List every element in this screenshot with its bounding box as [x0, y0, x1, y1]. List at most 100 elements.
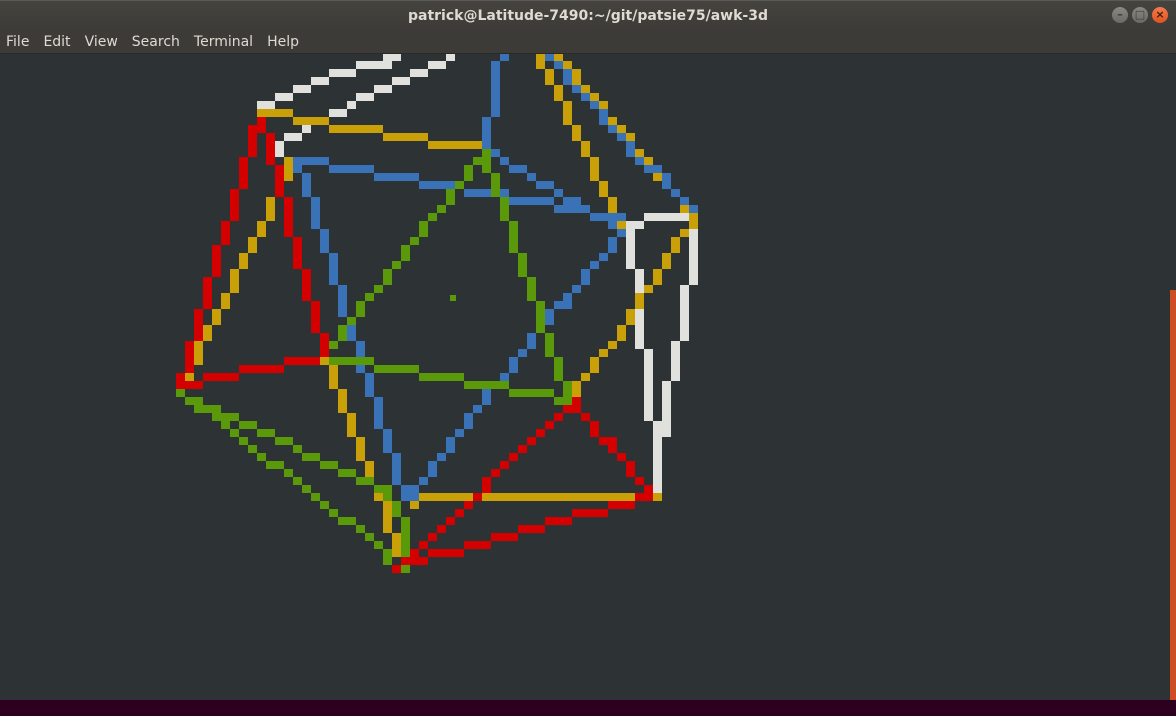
- white-pixel: [374, 85, 383, 93]
- red-pixel: [455, 509, 464, 517]
- green-pixel: [338, 333, 347, 341]
- blue-pixel: [482, 125, 491, 133]
- yellow-pixel: [419, 493, 428, 501]
- yellow-pixel: [545, 77, 554, 85]
- menu-edit[interactable]: Edit: [36, 34, 77, 50]
- menu-terminal[interactable]: Terminal: [187, 34, 260, 50]
- yellow-pixel: [428, 493, 437, 501]
- red-pixel: [410, 557, 419, 565]
- white-pixel: [266, 101, 275, 109]
- blue-pixel: [563, 301, 572, 309]
- red-pixel: [176, 381, 185, 389]
- yellow-pixel: [392, 533, 401, 541]
- red-pixel: [185, 381, 194, 389]
- white-pixel: [356, 93, 365, 101]
- red-pixel: [617, 501, 626, 509]
- blue-pixel: [644, 165, 653, 173]
- red-pixel: [581, 413, 590, 421]
- terminal-canvas[interactable]: [0, 54, 1170, 700]
- green-pixel: [536, 301, 545, 309]
- red-pixel: [617, 453, 626, 461]
- white-pixel: [653, 213, 662, 221]
- center-dot: [450, 295, 456, 301]
- minimize-button[interactable]: –: [1112, 7, 1128, 23]
- white-pixel: [293, 133, 302, 141]
- white-pixel: [662, 389, 671, 397]
- close-button[interactable]: ×: [1152, 7, 1168, 23]
- yellow-pixel: [653, 173, 662, 181]
- red-edge: [257, 117, 329, 357]
- white-pixel: [419, 69, 428, 77]
- white-pixel: [626, 237, 635, 245]
- green-pixel: [401, 565, 410, 573]
- green-pixel: [563, 397, 572, 405]
- green-pixel: [428, 213, 437, 221]
- red-pixel: [302, 285, 311, 293]
- title-bar[interactable]: patrick@Latitude-7490:~/git/patsie75/awk…: [0, 0, 1176, 30]
- blue-pixel: [527, 197, 536, 205]
- maximize-button[interactable]: □: [1132, 7, 1148, 23]
- blue-pixel: [428, 461, 437, 469]
- white-pixel: [671, 365, 680, 373]
- red-pixel: [176, 373, 185, 381]
- yellow-pixel: [383, 517, 392, 525]
- yellow-pixel: [329, 125, 338, 133]
- blue-pixel: [608, 221, 617, 229]
- blue-pixel: [455, 429, 464, 437]
- red-pixel: [212, 253, 221, 261]
- red-pixel: [563, 517, 572, 525]
- yellow-pixel: [590, 93, 599, 101]
- yellow-pixel: [635, 149, 644, 157]
- menu-search[interactable]: Search: [125, 34, 187, 50]
- blue-pixel: [392, 173, 401, 181]
- blue-pixel: [590, 213, 599, 221]
- blue-pixel: [320, 157, 329, 165]
- green-pixel: [545, 333, 554, 341]
- red-pixel: [293, 253, 302, 261]
- green-pixel: [329, 357, 338, 365]
- yellow-pixel: [653, 269, 662, 277]
- menu-view[interactable]: View: [78, 34, 125, 50]
- white-pixel: [392, 54, 401, 61]
- green-pixel: [311, 453, 320, 461]
- green-pixel: [221, 413, 230, 421]
- red-pixel: [194, 317, 203, 325]
- white-pixel: [635, 277, 644, 285]
- white-edge: [617, 213, 698, 229]
- white-pixel: [662, 413, 671, 421]
- green-pixel: [464, 381, 473, 389]
- yellow-pixel: [662, 253, 671, 261]
- red-pixel: [248, 141, 257, 149]
- yellow-pixel: [554, 54, 563, 61]
- yellow-pixel: [257, 229, 266, 237]
- blue-pixel: [464, 189, 473, 197]
- yellow-pixel: [509, 493, 518, 501]
- blue-pixel: [572, 85, 581, 93]
- yellow-pixel: [581, 141, 590, 149]
- green-pixel: [509, 245, 518, 253]
- yellow-pixel: [302, 117, 311, 125]
- blue-pixel: [401, 485, 410, 493]
- yellow-pixel: [248, 245, 257, 253]
- green-pixel: [545, 389, 554, 397]
- blue-pixel: [383, 429, 392, 437]
- menu-help[interactable]: Help: [260, 34, 306, 50]
- red-pixel: [590, 509, 599, 517]
- white-pixel: [347, 101, 356, 109]
- white-pixel: [644, 413, 653, 421]
- menu-file[interactable]: File: [0, 34, 36, 50]
- yellow-pixel: [671, 237, 680, 245]
- red-pixel: [212, 245, 221, 253]
- blue-pixel: [329, 253, 338, 261]
- yellow-pixel: [284, 109, 293, 117]
- yellow-pixel: [572, 493, 581, 501]
- yellow-pixel: [230, 285, 239, 293]
- yellow-pixel: [410, 501, 419, 509]
- blue-pixel: [338, 285, 347, 293]
- green-pixel: [473, 381, 482, 389]
- yellow-pixel: [203, 333, 212, 341]
- blue-pixel: [500, 54, 509, 61]
- scrollbar[interactable]: [1170, 54, 1176, 700]
- scrollbar-thumb[interactable]: [1170, 290, 1176, 700]
- blue-pixel: [491, 69, 500, 77]
